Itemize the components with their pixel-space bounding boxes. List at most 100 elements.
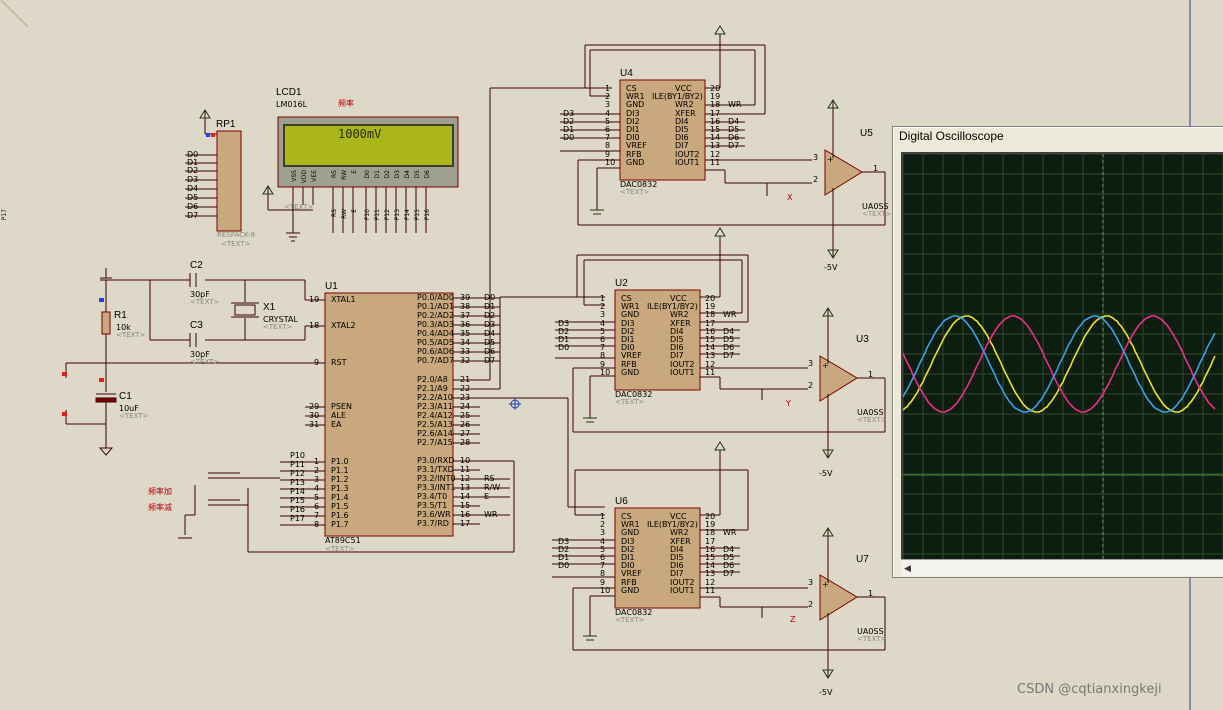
u1-pin-number: 8 — [314, 520, 320, 529]
u1-pin-name: ALE — [331, 411, 346, 420]
x1-ref: X1 — [263, 302, 276, 313]
dac-axis-label: X — [787, 193, 793, 202]
dac-net-label: WR — [723, 528, 737, 537]
u1-pin-number: 36 — [460, 320, 471, 329]
dac-ref: U6 — [615, 496, 628, 507]
lcd-net-label: P12 — [384, 209, 391, 221]
rp1-model: RESPACK-8 — [217, 231, 255, 239]
opamp-text: <TEXT> — [862, 210, 892, 218]
lcd-net-label: P14 — [404, 209, 411, 221]
scroll-left-icon[interactable]: ◀ — [904, 563, 911, 574]
u1-ref: U1 — [325, 281, 338, 292]
u1-pin-name: P2.4/A12 — [417, 411, 453, 420]
u1-text: <TEXT> — [325, 545, 355, 553]
u1-pin-name: P0.5/AD5 — [417, 338, 454, 347]
dac-net-label: D0 — [558, 343, 570, 352]
dac-net-label: WR — [723, 310, 737, 319]
u1-pin-number: 23 — [460, 393, 471, 402]
u1-pin-number: 30 — [309, 411, 320, 420]
lcd-pin-label: RS — [331, 170, 338, 178]
lcd-text: <TEXT> — [284, 203, 314, 211]
u1-net-label: D3 — [484, 320, 496, 329]
c2-ref: C2 — [190, 260, 203, 271]
u1-pin-number: 16 — [460, 510, 471, 519]
button-freq-up[interactable]: 频率加 — [148, 487, 172, 496]
lcd-net-label: P17 — [1, 209, 8, 221]
opamp-pin-number: 1 — [868, 589, 874, 598]
lcd-pin-label: D0 — [364, 170, 371, 179]
u1-pin-number: 38 — [460, 302, 471, 311]
lcd-pin-label: D4 — [404, 170, 411, 179]
lcd-pin-label: RW — [341, 170, 348, 180]
scope-trace-c — [902, 315, 1216, 413]
u1-pin-name: P0.6/AD6 — [417, 347, 454, 356]
oscilloscope-window[interactable]: Digital Oscilloscope ◀ — [892, 126, 1223, 578]
lcd-net-label: P13 — [394, 209, 401, 221]
u1-pin-name: P3.6/WR — [417, 510, 451, 519]
u1-net-label: P16 — [290, 505, 306, 514]
dac-pin-name: GND — [621, 367, 640, 377]
u1-pin-name: P3.4/T0 — [417, 492, 448, 501]
u1-net-label: P11 — [290, 460, 306, 469]
u1-pin-name: P1.2 — [331, 475, 349, 484]
u1-pin-name: P3.3/INT1 — [417, 483, 456, 492]
lcd-pin-label: VDD — [301, 170, 308, 184]
dac-pin-number: 11 — [705, 367, 716, 377]
u1-net-label: E — [484, 492, 490, 501]
u1-pin-number: 19 — [309, 295, 320, 304]
dac-net-label: D7 — [728, 141, 740, 150]
lcd-model: LM016L — [276, 100, 308, 109]
lcd-pin-label: D5 — [414, 170, 421, 179]
horizontal-scrollbar[interactable]: ◀ — [901, 559, 1223, 576]
u1-pin-number: 17 — [460, 519, 471, 528]
opamp-text: <TEXT> — [857, 416, 887, 424]
c1-ref: C1 — [119, 391, 132, 402]
u1-net-label: P13 — [290, 478, 306, 487]
u1-pin-name: P1.5 — [331, 502, 349, 511]
lcd-net-label: P11 — [374, 209, 381, 221]
dac-axis-label: Z — [790, 615, 796, 624]
u1-pin-name: P3.7/RD — [417, 519, 449, 528]
c3-text: <TEXT> — [190, 358, 220, 366]
u1-net-label: D5 — [484, 338, 496, 347]
r1-text: <TEXT> — [116, 331, 146, 339]
u1-pin-name: P0.0/AD0 — [417, 293, 454, 302]
lcd-pin-label: VSS — [291, 170, 298, 182]
lcd-net-label: P15 — [414, 209, 421, 221]
dac-text: <TEXT> — [615, 398, 645, 406]
opamp-ref: U5 — [860, 128, 873, 139]
oscilloscope-title[interactable]: Digital Oscilloscope — [899, 129, 1004, 143]
lcd-pin-label: E — [351, 170, 358, 174]
u1-pin-number: 12 — [460, 474, 471, 483]
r1-ref: R1 — [114, 310, 127, 321]
u1-pin-name: P2.1/A9 — [417, 384, 448, 393]
u1-net-label: P10 — [290, 451, 306, 460]
u1-pin-name: P2.2/A10 — [417, 393, 453, 402]
u1-net-label: D0 — [484, 293, 496, 302]
dac-pin-name: IOUT1 — [670, 367, 695, 377]
u1-pin-name: P2.5/A13 — [417, 420, 453, 429]
dac-pin-name: IOUT1 — [670, 585, 695, 595]
u1-pin-name: P0.1/AD1 — [417, 302, 454, 311]
dac-pin-name: IOUT1 — [675, 157, 700, 167]
lcd-ref: LCD1 — [276, 87, 302, 98]
c3-ref: C3 — [190, 320, 203, 331]
u1-pin-name: RST — [331, 358, 347, 367]
oscilloscope-screen[interactable] — [901, 152, 1223, 561]
u1-pin-number: 24 — [460, 402, 471, 411]
u1-net-label: R/W — [484, 483, 501, 492]
u1-pin-name: EA — [331, 420, 342, 429]
u1-pin-number: 34 — [460, 338, 471, 347]
u1-pin-number: 15 — [460, 501, 471, 510]
u1-pin-name: P0.3/AD3 — [417, 320, 454, 329]
u1-pin-number: 27 — [460, 429, 471, 438]
dac-ref: U4 — [620, 68, 633, 79]
u1-net-label: D2 — [484, 311, 496, 320]
button-freq-down[interactable]: 频率减 — [148, 503, 172, 512]
u1-net-label: P15 — [290, 496, 306, 505]
u1-net-label: RS — [484, 474, 495, 483]
opamp-pin-number: 3 — [813, 153, 819, 162]
rp1-pin-d4: D4 — [187, 184, 199, 193]
u1-net-label: D1 — [484, 302, 496, 311]
dac-pin-number: 11 — [710, 157, 721, 167]
